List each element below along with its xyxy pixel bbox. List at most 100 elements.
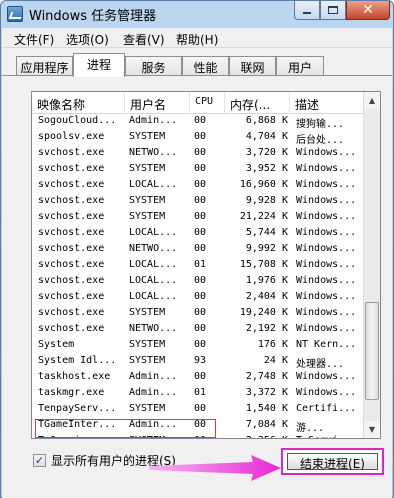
task-manager-icon (7, 6, 23, 22)
process-row[interactable]: svchost.exe LOCAL... 00 5,744 K Windows... (32, 226, 365, 242)
checkmark-icon: ✓ (34, 453, 45, 467)
row-memory: 4,704 K (245, 131, 288, 142)
row-memory: 24 K (263, 355, 288, 366)
row-description: Windows... (296, 195, 357, 206)
row-image-name: svchost.exe (38, 323, 105, 334)
row-cpu: 00 (194, 243, 207, 254)
row-user-name: SYSTEM (129, 339, 166, 350)
row-memory: 176 K (257, 339, 288, 350)
process-row[interactable]: svchost.exe LOCAL... 00 1,976 K Windows... (32, 274, 365, 290)
minimize-button[interactable] (294, 1, 320, 20)
process-row[interactable]: taskhost.exe Admin... 00 2,748 K Windows... (32, 370, 365, 386)
row-description: 后台处... (296, 135, 345, 146)
row-description: Windows... (296, 275, 357, 286)
row-description: Windows... (296, 147, 357, 158)
row-memory: 16,960 K (239, 179, 288, 190)
column-header-user-name[interactable]: 用户名 (125, 92, 190, 114)
row-description: 处理器... (296, 359, 345, 370)
row-description: Windows... (296, 371, 357, 382)
process-row[interactable]: svchost.exe NETWO... 00 2,192 K Windows... (32, 322, 365, 338)
row-user-name: LOCAL... (129, 275, 178, 286)
row-user-name: SYSTEM (129, 131, 166, 142)
process-row[interactable]: svchost.exe SYSTEM 00 19,240 K Windows... (32, 306, 365, 322)
row-description: Windows... (296, 387, 357, 398)
tab-networking[interactable]: 联网 (229, 56, 276, 76)
process-row[interactable]: System Idl... SYSTEM 93 24 K 处理器... (32, 354, 365, 370)
row-memory: 2,748 K (245, 371, 288, 382)
maximize-button[interactable] (320, 1, 346, 20)
process-row[interactable]: System SYSTEM 00 176 K NT Kern... (32, 338, 365, 354)
row-user-name: LOCAL... (129, 259, 178, 270)
process-row[interactable]: svchost.exe LOCAL... 01 15,708 K Windows... (32, 258, 365, 274)
window-title: Windows 任务管理器 (29, 9, 157, 24)
row-image-name: svchost.exe (38, 163, 105, 174)
process-list-header: 映像名称 用户名 CPU 内存(... 描述 (32, 92, 365, 114)
show-all-users-checkbox[interactable]: ✓ (33, 453, 46, 467)
process-row[interactable]: TenpayServ... SYSTEM 00 1,540 K Certifi... (32, 402, 365, 418)
process-row[interactable]: svchost.exe NETWO... 00 3,720 K Windows... (32, 146, 365, 162)
row-cpu: 00 (194, 163, 207, 174)
row-image-name: svchost.exe (38, 211, 105, 222)
process-row[interactable]: svchost.exe SYSTEM 00 21,224 K Windows... (32, 210, 365, 226)
row-user-name: Admin... (129, 387, 178, 398)
row-user-name: NETWO... (129, 147, 178, 158)
row-user-name: NETWO... (129, 243, 178, 254)
row-image-name: spoolsv.exe (38, 131, 105, 142)
scrollbar-thumb[interactable] (365, 302, 379, 400)
row-user-name: SYSTEM (129, 403, 166, 414)
process-row[interactable]: svchost.exe LOCAL... 00 16,960 K Windows... (32, 178, 365, 194)
process-row[interactable]: taskmgr.exe Admin... 01 3,372 K Windows... (32, 386, 365, 402)
row-image-name: System (38, 339, 75, 350)
tab-processes[interactable]: 进程 (73, 53, 125, 77)
menu-view[interactable]: 查看(V) (123, 31, 165, 48)
vertical-scrollbar[interactable]: ▲ ▼ (363, 92, 380, 438)
row-cpu: 00 (194, 195, 207, 206)
column-header-cpu[interactable]: CPU (190, 92, 225, 114)
row-image-name: svchost.exe (38, 147, 105, 158)
row-cpu: 01 (194, 387, 207, 398)
end-process-button[interactable]: 结束进程(E) (287, 453, 378, 471)
row-user-name: SYSTEM (129, 307, 166, 318)
row-description: Windows... (296, 227, 357, 238)
tab-users[interactable]: 用户 (276, 56, 324, 76)
process-list[interactable]: 映像名称 用户名 CPU 内存(... 描述 SogouCloud... Admi… (31, 91, 381, 439)
row-user-name: SYSTEM (129, 211, 166, 222)
row-cpu: 00 (194, 179, 207, 190)
scroll-down-icon[interactable]: ▼ (364, 421, 380, 438)
scroll-up-icon[interactable]: ▲ (364, 92, 380, 109)
row-image-name: svchost.exe (38, 179, 105, 190)
menu-options[interactable]: 选项(O) (66, 31, 109, 48)
tab-strip: 应用程序 进程 服务 性能 联网 用户 (2, 48, 392, 77)
row-image-name: svchost.exe (38, 259, 105, 270)
menu-file[interactable]: 文件(F) (14, 31, 54, 48)
column-header-description[interactable]: 描述 (290, 92, 365, 114)
title-bar[interactable]: Windows 任务管理器 ✕ (1, 1, 393, 28)
row-user-name: LOCAL... (129, 179, 178, 190)
row-description: Windows... (296, 179, 357, 190)
process-row[interactable]: svchost.exe LOCAL... 00 2,404 K Windows... (32, 290, 365, 306)
row-description: 搜狗输... (296, 119, 345, 130)
process-row[interactable]: svchost.exe SYSTEM 00 3,952 K Windows... (32, 162, 365, 178)
row-image-name: svchost.exe (38, 307, 105, 318)
close-button[interactable]: ✕ (346, 1, 390, 20)
tab-applications[interactable]: 应用程序 (16, 56, 73, 76)
process-row[interactable]: svchost.exe NETWO... 00 9,992 K Windows... (32, 242, 365, 258)
end-process-button-highlight: 结束进程(E) (281, 448, 384, 475)
process-row[interactable]: svchost.exe SYSTEM 00 9,928 K Windows... (32, 194, 365, 210)
pointer-arrow-icon (149, 455, 281, 481)
column-header-memory[interactable]: 内存(... (225, 92, 290, 114)
tab-performance[interactable]: 性能 (182, 56, 229, 76)
task-manager-window: Windows 任务管理器 ✕ 文件(F) 选项(O) 查看(V) 帮助(H) … (0, 0, 394, 498)
row-image-name: svchost.exe (38, 291, 105, 302)
tab-services[interactable]: 服务 (125, 56, 182, 76)
row-memory: 5,744 K (245, 227, 288, 238)
row-cpu: 00 (194, 291, 207, 302)
row-memory: 21,224 K (239, 211, 288, 222)
menu-help[interactable]: 帮助(H) (176, 31, 218, 48)
process-row[interactable]: spoolsv.exe SYSTEM 00 4,704 K 后台处... (32, 130, 365, 146)
row-cpu: 00 (194, 227, 207, 238)
row-cpu: 00 (194, 307, 207, 318)
column-header-image-name[interactable]: 映像名称 (32, 92, 125, 114)
row-cpu: 00 (194, 275, 207, 286)
process-row[interactable]: SogouCloud... Admin... 00 6,868 K 搜狗输... (32, 114, 365, 130)
